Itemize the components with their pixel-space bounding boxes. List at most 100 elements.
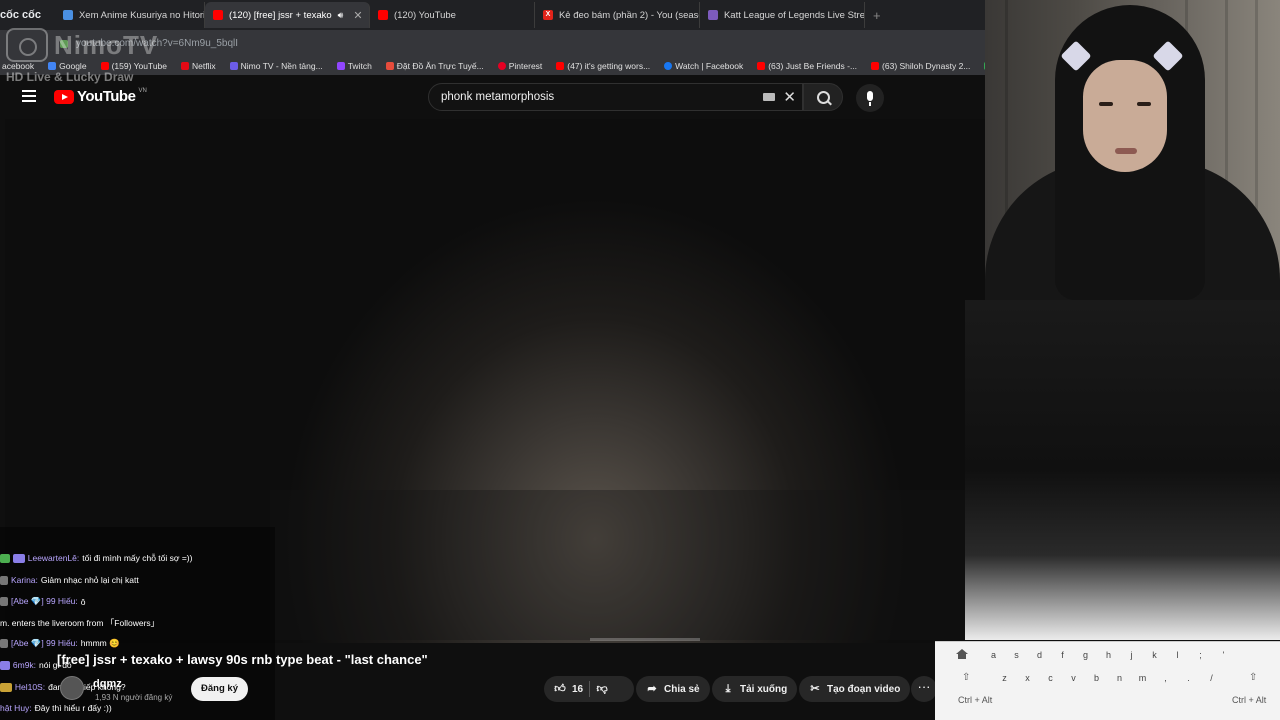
search-input[interactable]: phonk metamorphosis ✕ xyxy=(428,83,803,111)
search-button[interactable] xyxy=(803,83,843,111)
keyboard-row-1: a s d f g h j k l ; ' xyxy=(982,650,1235,660)
nimo-icon xyxy=(229,62,238,70)
speaker-icon: 🔊︎ xyxy=(337,9,344,20)
key[interactable]: g xyxy=(1074,650,1097,660)
bookmark-pinterest[interactable]: Pinterest xyxy=(497,61,542,71)
netflix-icon xyxy=(181,62,190,70)
key[interactable]: ' xyxy=(1212,650,1235,660)
keyboard-icon[interactable] xyxy=(763,93,776,101)
shift-left-icon[interactable]: ⇧ xyxy=(962,673,972,683)
nimo-watermark: NimoTV HD Live & Lucky Draw xyxy=(6,28,166,88)
region-label: VN xyxy=(138,87,147,94)
youtube-icon xyxy=(556,62,565,70)
youtube-logo[interactable]: YouTube VN xyxy=(54,88,147,105)
ctrl-alt-right-key[interactable]: Ctrl + Alt xyxy=(1232,695,1266,705)
more-actions-button[interactable]: ··· xyxy=(911,676,937,702)
lips xyxy=(1115,148,1137,154)
youtube-icon xyxy=(377,10,388,20)
bookmark-youtube-2[interactable]: (47) it's getting wors... xyxy=(556,61,650,71)
twitch-icon xyxy=(336,62,345,70)
key[interactable]: l xyxy=(1166,650,1189,660)
bookmark-nimo[interactable]: Nimo TV - Nền tảng... xyxy=(229,61,323,71)
bookmark-youtube-3[interactable]: (63) Just Be Friends -... xyxy=(757,61,857,71)
eye xyxy=(1137,102,1151,106)
fan-badge xyxy=(12,553,25,563)
home-key-icon[interactable] xyxy=(956,649,968,659)
hamburger-menu-icon[interactable] xyxy=(22,90,36,102)
like-dislike-group: 👍︎ 16 👎︎ xyxy=(544,676,634,702)
bookmark-youtube-4[interactable]: (63) Shiloh Dynasty 2... xyxy=(871,61,970,71)
channel-avatar[interactable] xyxy=(60,676,84,700)
vip-badge xyxy=(0,682,12,692)
key[interactable]: k xyxy=(1143,650,1166,660)
clip-button[interactable]: ✂ Tạo đoạn video xyxy=(799,676,911,702)
blurred-panel xyxy=(965,300,1280,640)
channel-name[interactable]: dqmz xyxy=(93,678,122,690)
key[interactable]: b xyxy=(1085,673,1108,683)
food-icon xyxy=(385,62,394,70)
nimo-tagline: HD Live & Lucky Draw xyxy=(6,70,134,84)
tab-youtube[interactable]: (120) YouTube xyxy=(370,2,535,28)
key[interactable]: c xyxy=(1039,673,1062,683)
subscriber-count: 1,93 N người đăng ký xyxy=(95,693,173,702)
download-button[interactable]: ⤓ Tải xuống xyxy=(712,676,798,702)
keyboard-row-2: z x c v b n m , . / xyxy=(993,673,1223,683)
key[interactable]: f xyxy=(1051,650,1074,660)
avatar xyxy=(0,575,8,585)
share-button[interactable]: ➦ Chia sẻ xyxy=(636,676,710,702)
key[interactable]: s xyxy=(1005,650,1028,660)
level-badge xyxy=(0,553,10,563)
chat-message: LeewartenLê: tối đi mình mấy chỗ tối sợ … xyxy=(0,553,192,563)
key[interactable]: j xyxy=(1120,650,1143,660)
bookmark-facebook-watch[interactable]: Watch | Facebook xyxy=(664,61,743,71)
scissors-icon: ✂ xyxy=(810,683,820,695)
key[interactable]: n xyxy=(1108,673,1131,683)
browser-logo: cốc cốc xyxy=(0,9,41,21)
bookmark-twitch[interactable]: Twitch xyxy=(336,61,372,71)
key[interactable]: m xyxy=(1131,673,1154,683)
chat-message: Karina: Giảm nhạc nhỏ lại chị katt xyxy=(0,575,139,585)
chat-system-message: m. enters the liveroom from 「Followers」 xyxy=(0,618,160,628)
microphone-icon[interactable] xyxy=(856,84,884,112)
key[interactable]: v xyxy=(1062,673,1085,683)
close-icon[interactable]: ✕ xyxy=(353,9,362,22)
key[interactable]: z xyxy=(993,673,1016,683)
key[interactable]: . xyxy=(1177,673,1200,683)
avatar xyxy=(0,597,8,606)
xp-icon: X xyxy=(542,10,553,20)
streamer-face xyxy=(1083,60,1167,172)
clear-search-icon[interactable]: ✕ xyxy=(783,90,796,105)
fan-badge xyxy=(0,660,10,670)
ctrl-alt-left-key[interactable]: Ctrl + Alt xyxy=(958,695,992,705)
bookmark-netflix[interactable]: Netflix xyxy=(181,61,216,71)
new-tab-button[interactable]: + xyxy=(865,8,889,23)
thumbs-down-icon[interactable]: 👎︎ xyxy=(596,683,608,695)
tab-label: Kẻ đeo bám (phần 2) - You (seaso xyxy=(558,9,700,21)
key[interactable]: / xyxy=(1200,673,1223,683)
blurred-region xyxy=(270,490,970,640)
tab-ke-deo-bam[interactable]: X Kẻ đeo bám (phần 2) - You (seaso xyxy=(535,2,700,28)
nimo-logo: NimoTV xyxy=(54,30,159,60)
key[interactable]: a xyxy=(982,650,1005,660)
youtube-icon xyxy=(871,62,880,70)
thumbs-up-icon[interactable]: 👍︎ xyxy=(554,683,566,695)
key[interactable]: d xyxy=(1028,650,1051,660)
browser-tab-bar: cốc cốc Xem Anime Kusuriya no Hitorigot … xyxy=(0,0,985,30)
youtube-icon xyxy=(757,62,766,70)
key[interactable]: ; xyxy=(1189,650,1212,660)
key[interactable]: h xyxy=(1097,650,1120,660)
search-query: phonk metamorphosis xyxy=(441,91,555,103)
subscribe-button[interactable]: Đăng ký xyxy=(191,677,248,701)
tab-label: Xem Anime Kusuriya no Hitorigot xyxy=(78,9,205,21)
key[interactable]: x xyxy=(1016,673,1039,683)
tab-katt-stream[interactable]: Katt League of Legends Live Strea xyxy=(700,2,865,28)
shift-right-icon[interactable]: ⇧ xyxy=(1249,673,1259,683)
tab-current-video[interactable]: (120) [free] jssr + texako 🔊︎ ✕ xyxy=(204,2,370,28)
bookmark-food[interactable]: Đặt Đồ Ăn Trực Tuyế... xyxy=(385,61,484,71)
eye xyxy=(1099,102,1113,106)
key[interactable]: , xyxy=(1154,673,1177,683)
pinterest-icon xyxy=(497,62,506,70)
like-count[interactable]: 16 xyxy=(572,684,583,695)
video-progress-bar[interactable] xyxy=(590,638,700,641)
tab-anime[interactable]: Xem Anime Kusuriya no Hitorigot xyxy=(55,2,205,28)
